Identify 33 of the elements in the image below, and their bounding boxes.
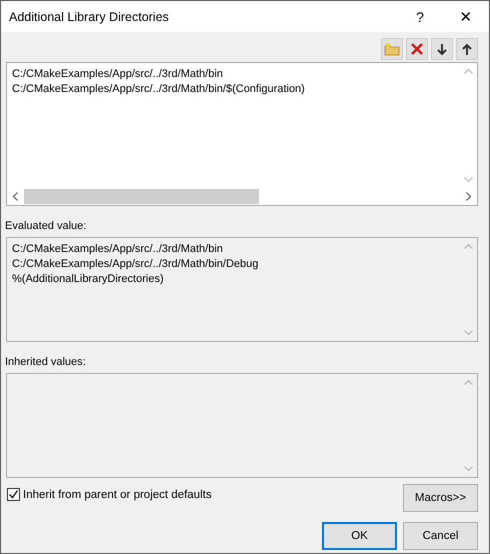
scroll-right-icon[interactable] [466, 192, 471, 201]
evaluated-line: %(AdditionalLibraryDirectories) [12, 272, 165, 287]
directory-line: C:/CMakeExamples/App/src/../3rd/Math/bin [12, 67, 224, 82]
up-arrow-icon [461, 42, 473, 56]
delete-icon [410, 42, 424, 56]
evaluated-line: C:/CMakeExamples/App/src/../3rd/Math/bin [12, 242, 224, 257]
scroll-left-icon[interactable] [13, 192, 18, 201]
dialog-button[interactable]: Cancel [403, 522, 478, 550]
checkbox-label: Inherit from parent or project defaults [23, 488, 212, 500]
directories-editor[interactable]: C:/CMakeExamples/App/src/../3rd/Math/bin C:/CMakeExamples/App/src/../3rd/Math/bin/$(Configuration) [6, 62, 478, 206]
scroll-down-icon[interactable] [464, 466, 473, 471]
scroll-up-icon[interactable] [464, 380, 473, 385]
macros-button[interactable]: Macros>> [403, 484, 478, 512]
help-button[interactable]: ? [397, 1, 443, 32]
scroll-down-icon[interactable] [464, 330, 473, 335]
scrollbar-thumb[interactable] [24, 189, 259, 204]
scroll-down-icon[interactable] [464, 177, 473, 182]
delete-button[interactable] [406, 38, 428, 60]
section-label: Inherited values: [5, 355, 87, 369]
window-title: Additional Library Directories [9, 10, 170, 24]
down-arrow-icon [436, 42, 448, 56]
close-button[interactable]: ✕ [443, 1, 489, 32]
section-label: Evaluated value: [5, 219, 88, 233]
move-down-button[interactable] [431, 38, 453, 60]
scroll-up-icon[interactable] [464, 69, 473, 74]
scroll-up-icon[interactable] [464, 244, 473, 249]
move-up-button[interactable] [456, 38, 478, 60]
new-folder-icon [384, 42, 400, 56]
dialog-button[interactable]: OK [322, 522, 397, 550]
new-folder-button[interactable] [381, 38, 403, 60]
evaluated-line: C:/CMakeExamples/App/src/../3rd/Math/bin/Debug [12, 257, 260, 272]
directory-line: C:/CMakeExamples/App/src/../3rd/Math/bin/$(Configuration) [12, 82, 306, 97]
checkbox[interactable] [7, 488, 20, 501]
